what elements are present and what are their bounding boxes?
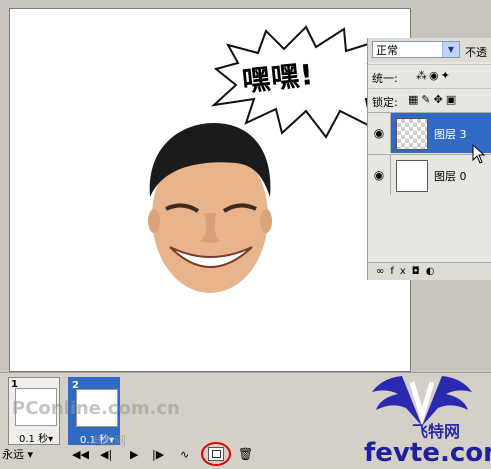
fx-icon[interactable]: fx: [390, 266, 411, 277]
blend-mode-value: 正常: [376, 44, 398, 57]
lock-paint-icon[interactable]: ✎: [421, 93, 433, 106]
eye-icon[interactable]: ◉: [368, 113, 391, 153]
frame-delay[interactable]: 0.1 秒▾: [19, 430, 53, 445]
blend-mode-select[interactable]: 正常 ▼: [372, 41, 460, 58]
mask-icon[interactable]: ◘: [412, 266, 426, 277]
site-logo: 飞特网 fevte.com: [352, 368, 491, 468]
animation-controls: 永远 ▾ ◀◀ ◀| ▶ |▶ ∿ 🗑: [0, 442, 280, 466]
lock-row: 锁定: ▦✎✥▣: [368, 88, 491, 111]
layers-panel-footer: ∞fx◘◐: [368, 262, 491, 280]
document-canvas[interactable]: 嘿嘿!: [9, 8, 411, 372]
lock-transparent-icon[interactable]: ▦: [408, 93, 421, 106]
watermark-pconline: PConline.com.cn: [12, 398, 180, 419]
loop-select[interactable]: 永远 ▾: [2, 447, 66, 463]
prev-frame-icon[interactable]: ◀|: [100, 448, 112, 461]
eye-icon[interactable]: ◉: [368, 155, 391, 195]
lock-icons[interactable]: ▦✎✥▣: [408, 93, 459, 106]
play-icon[interactable]: ▶: [130, 448, 138, 461]
lock-move-icon[interactable]: ✥: [434, 93, 446, 106]
logo-text-en: fevte.com: [364, 438, 491, 468]
unify-visibility-icon[interactable]: ◉: [429, 69, 441, 82]
face-image[interactable]: [140, 117, 280, 297]
chevron-down-icon[interactable]: ▾: [28, 448, 34, 461]
chevron-down-icon[interactable]: ▼: [442, 42, 459, 57]
link-icon[interactable]: ∞: [376, 266, 390, 277]
lock-label: 锁定:: [372, 96, 398, 109]
cursor-icon: [472, 144, 486, 164]
unify-label: 统一:: [372, 72, 398, 85]
opacity-label: 不透: [465, 46, 487, 59]
highlight-circle: [201, 442, 231, 466]
next-frame-icon[interactable]: |▶: [152, 448, 164, 461]
first-frame-icon[interactable]: ◀◀: [72, 448, 89, 461]
blend-mode-row: 正常 ▼ 不透: [368, 38, 491, 62]
watermark-cn: 电脑网: [90, 434, 127, 448]
unify-style-icon[interactable]: ✦: [441, 69, 452, 82]
lock-all-icon[interactable]: ▣: [446, 93, 459, 106]
loop-option: 永远: [2, 448, 24, 461]
unify-position-icon[interactable]: ⁂: [416, 69, 429, 82]
unify-icons[interactable]: ⁂◉✦: [416, 69, 452, 82]
layer-name: 图层 3: [434, 128, 467, 141]
unify-row: 统一: ⁂◉✦: [368, 64, 491, 87]
trash-icon[interactable]: 🗑: [238, 447, 253, 461]
tween-icon[interactable]: ∿: [180, 448, 189, 461]
adjustment-icon[interactable]: ◐: [426, 266, 441, 277]
layer-thumbnail: [396, 118, 428, 150]
layer-name: 图层 0: [434, 170, 467, 183]
layer-thumbnail: [396, 160, 428, 192]
